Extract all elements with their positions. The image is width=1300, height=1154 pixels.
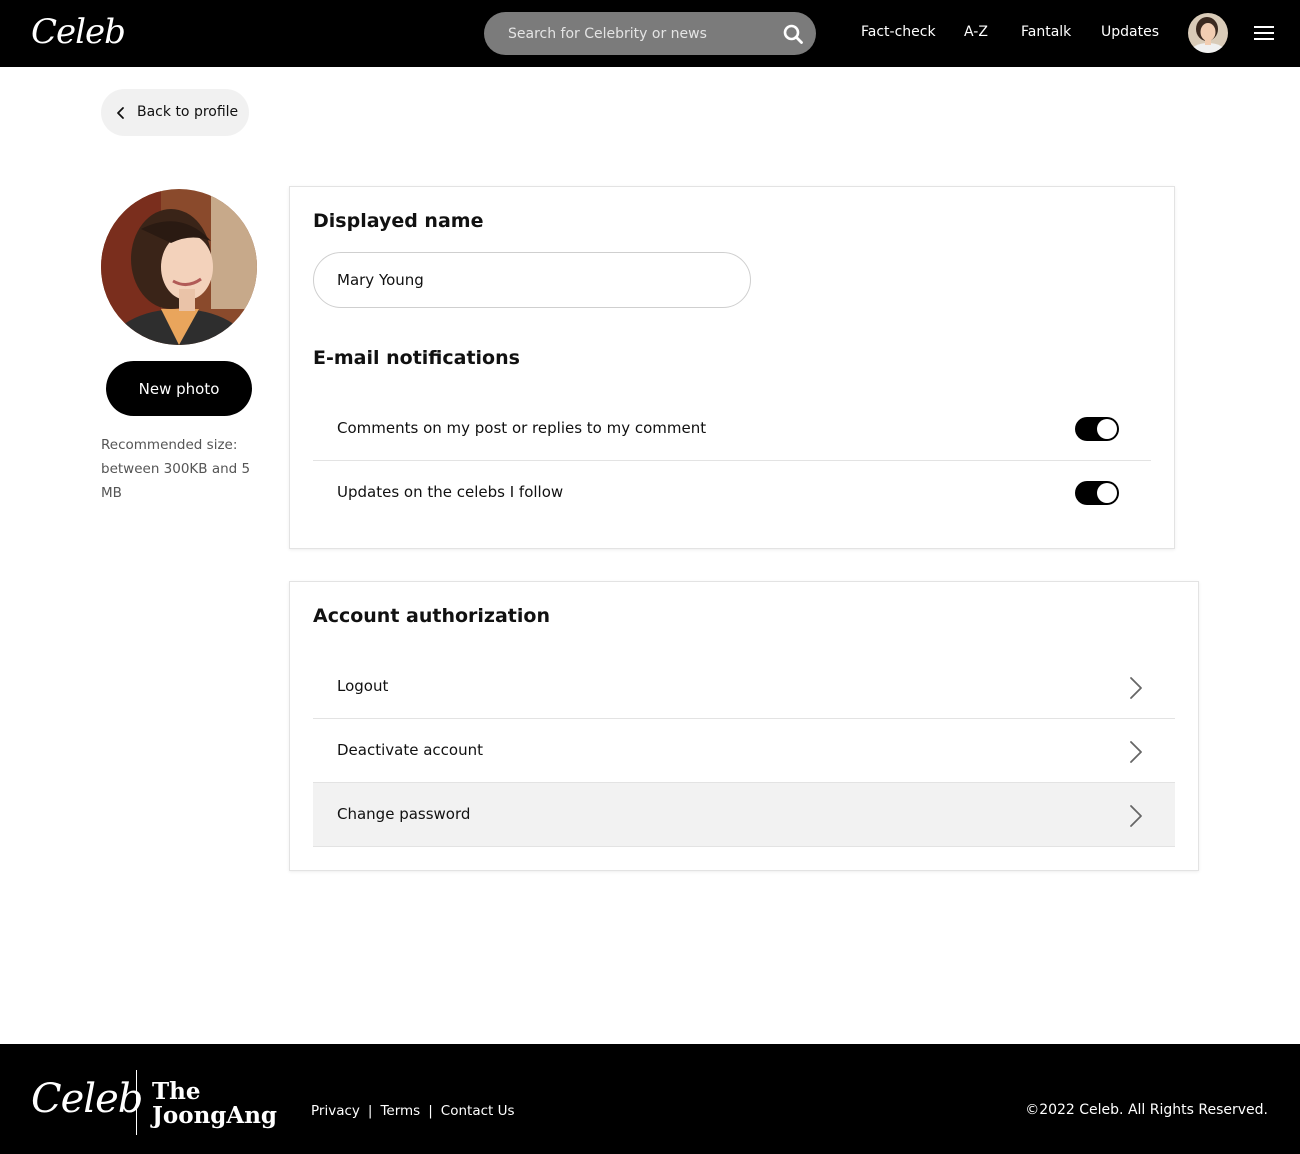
privacy-link[interactable]: Privacy: [311, 1103, 360, 1119]
joongang-logo[interactable]: The JoongAng: [152, 1080, 277, 1128]
terms-link[interactable]: Terms: [380, 1103, 420, 1119]
footer-links: Privacy | Terms | Contact Us: [311, 1103, 515, 1119]
nav-a-z[interactable]: A-Z: [964, 24, 988, 40]
change-password-row[interactable]: Change password: [313, 783, 1175, 847]
celeb-updates-notification-toggle[interactable]: [1075, 481, 1119, 505]
search-bar: [484, 12, 816, 55]
footer: Celeb The JoongAng Privacy | Terms | Contact…: [0, 1044, 1300, 1154]
photo-size-hint: Recommended size: between 300KB and 5 MB: [101, 437, 251, 501]
search-input[interactable]: [484, 12, 816, 55]
profile-settings-card: Displayed name E-mail notifications Comm…: [289, 186, 1175, 549]
chevron-right-icon: [1130, 677, 1142, 699]
notification-row-celeb-updates: Updates on the celebs I follow: [313, 461, 1151, 525]
profile-photo: [101, 189, 257, 345]
displayed-name-input[interactable]: [314, 253, 750, 307]
joongang-logo-line2: JoongAng: [152, 1102, 278, 1129]
joongang-logo-line1: The: [152, 1078, 201, 1105]
toggle-knob: [1097, 483, 1117, 503]
footer-celeb-logo[interactable]: Celeb: [31, 1076, 143, 1122]
displayed-name-field-wrapper: [313, 252, 751, 308]
logout-row[interactable]: Logout: [313, 655, 1175, 719]
nav-fantalk[interactable]: Fantalk: [1021, 24, 1071, 40]
toggle-knob: [1097, 419, 1117, 439]
email-notifications-title: E-mail notifications: [313, 347, 520, 369]
nav-fact-check[interactable]: Fact-check: [861, 24, 936, 40]
top-navigation-bar: Celeb Fact-check A-Z Fantalk Updates: [0, 0, 1300, 67]
change-password-label: Change password: [337, 805, 471, 823]
nav-updates[interactable]: Updates: [1101, 24, 1159, 40]
chevron-right-icon: [1130, 805, 1142, 827]
deactivate-account-label: Deactivate account: [337, 741, 483, 759]
displayed-name-title: Displayed name: [313, 210, 484, 232]
back-to-profile-button[interactable]: Back to profile: [101, 89, 249, 136]
search-icon[interactable]: [782, 23, 804, 45]
celeb-logo[interactable]: Celeb: [31, 12, 126, 52]
comments-notification-toggle[interactable]: [1075, 417, 1119, 441]
link-separator: |: [367, 1103, 373, 1119]
back-to-profile-label: Back to profile: [137, 104, 239, 120]
notification-label-celeb-updates: Updates on the celebs I follow: [337, 483, 564, 501]
user-avatar[interactable]: [1188, 13, 1228, 53]
link-separator: |: [428, 1103, 433, 1119]
contact-us-link[interactable]: Contact Us: [441, 1103, 515, 1119]
new-photo-button[interactable]: New photo: [106, 361, 252, 416]
hamburger-menu-icon[interactable]: [1254, 24, 1274, 42]
copyright-text: ©2022 Celeb. All Rights Reserved.: [1025, 1102, 1268, 1118]
logout-label: Logout: [337, 677, 389, 695]
footer-logo-divider: [136, 1070, 137, 1135]
account-authorization-card: Account authorization Logout Deactivate …: [289, 581, 1199, 871]
notification-row-comments: Comments on my post or replies to my com…: [313, 397, 1151, 461]
deactivate-account-row[interactable]: Deactivate account: [313, 719, 1175, 783]
notification-label-comments: Comments on my post or replies to my com…: [337, 419, 707, 437]
chevron-left-icon: [117, 107, 124, 119]
account-authorization-title: Account authorization: [313, 605, 550, 627]
chevron-right-icon: [1130, 741, 1142, 763]
